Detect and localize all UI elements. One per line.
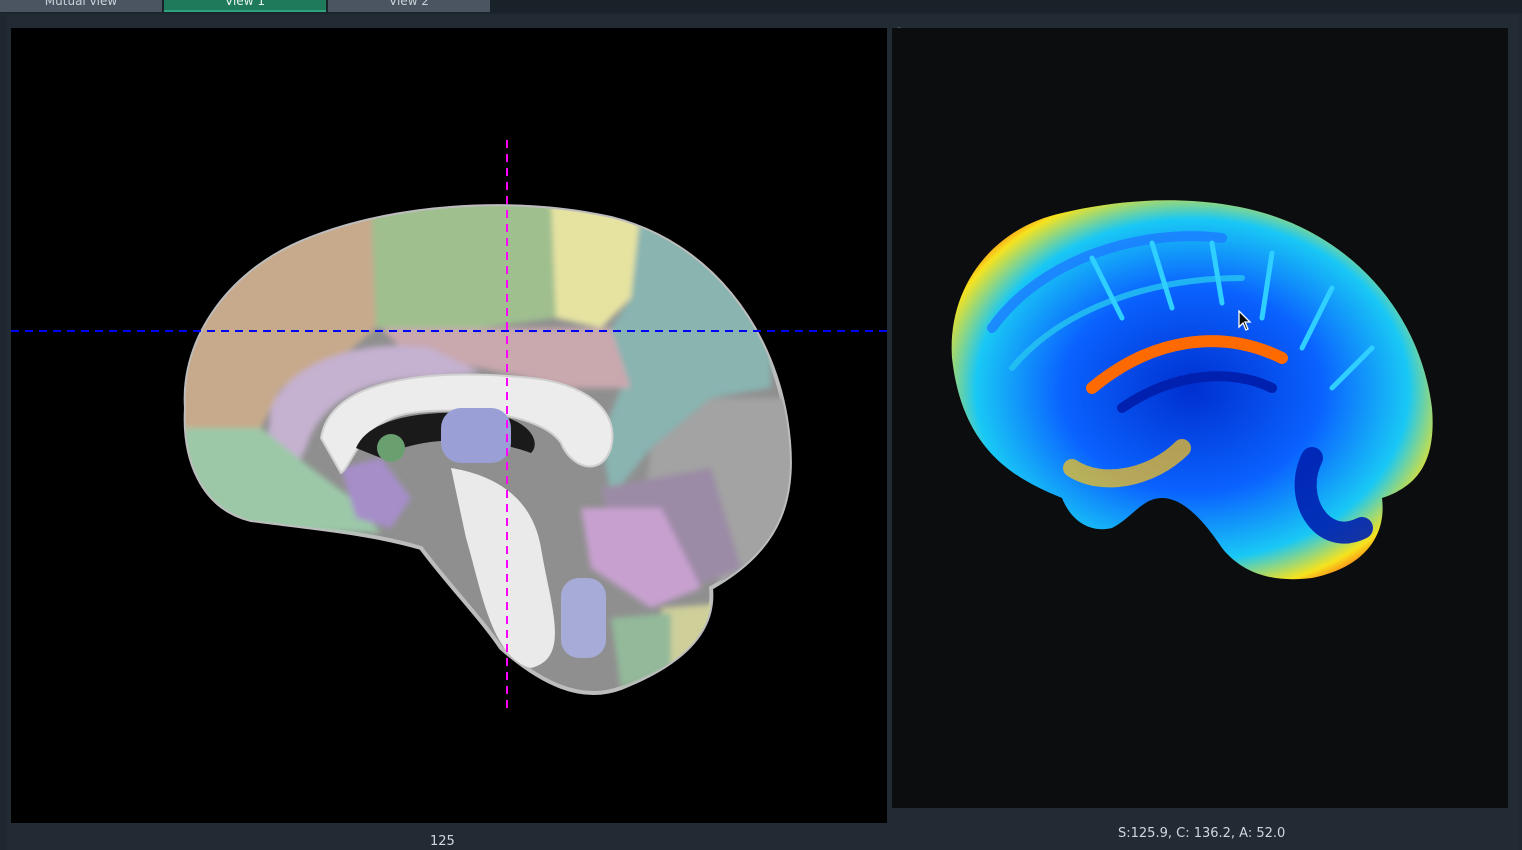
region-brainstem-blue [561, 578, 606, 658]
region-precentral [371, 206, 556, 328]
volume-render-viewer[interactable] [892, 28, 1508, 808]
tab-view-2[interactable]: View 2 [328, 0, 490, 12]
volume-render-brain [951, 200, 1433, 580]
region-cerebellum-olive [661, 603, 731, 668]
sagittal-slice-viewer[interactable] [11, 28, 887, 823]
tab-view-1[interactable]: View 1 [164, 0, 326, 12]
mouse-pointer-icon [1238, 310, 1252, 331]
region-fornix [377, 434, 405, 462]
sagittal-brain-image [11, 140, 887, 708]
tab-mutual-view[interactable]: Mutual view [0, 0, 162, 12]
slice-index-label: 125 [430, 834, 455, 849]
region-thalamus [441, 408, 511, 463]
coordinate-readout: S:125.9, C: 136.2, A: 52.0 [1118, 826, 1286, 841]
region-cerebellum-green [611, 613, 671, 688]
view-tab-bar: Mutual view View 1 View 2 [0, 0, 1522, 13]
